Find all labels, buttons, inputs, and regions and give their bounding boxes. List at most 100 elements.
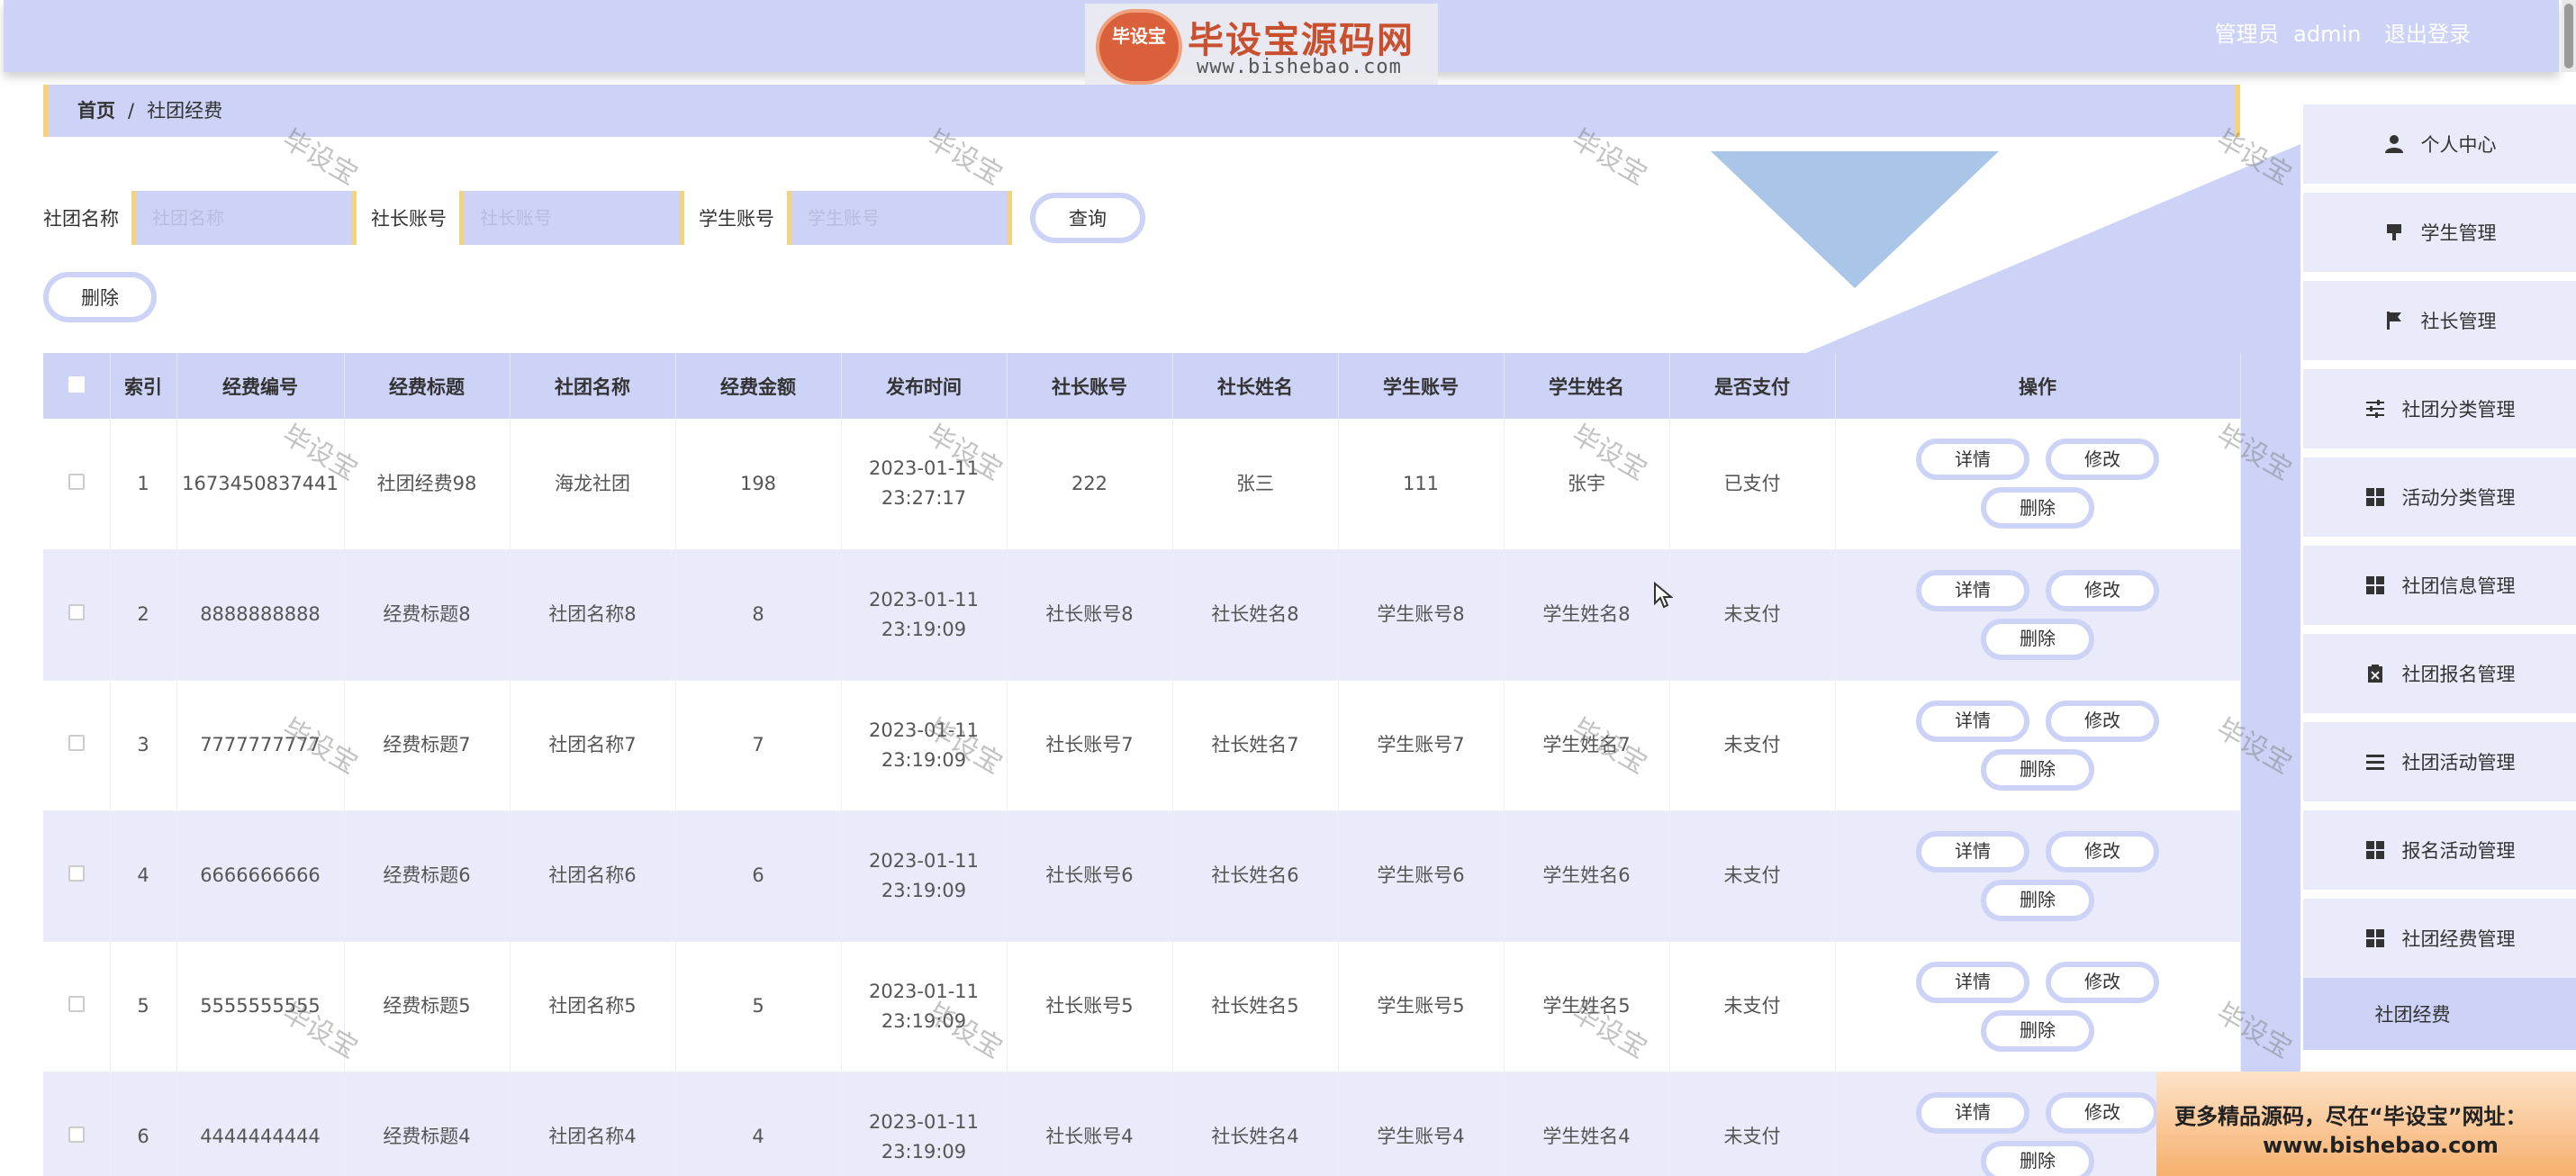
batch-delete-button[interactable]: 删除 [43,272,157,322]
cell-text: 学生姓名4 [1542,1126,1631,1147]
table-cell: 社团名称4 [510,1072,676,1176]
row-actions-top: 详情 修改 [1916,700,2159,742]
cell-text: 经费标题4 [383,1126,471,1147]
table-cell: 社团经费98 [344,419,511,550]
cell-text: 学生账号4 [1377,1126,1465,1147]
delete-button[interactable]: 删除 [1981,1009,2094,1052]
cell-text: 8888888888 [200,603,321,625]
delete-button[interactable]: 删除 [1981,487,2094,529]
logout-link[interactable]: 退出登录 [2384,22,2471,47]
breadcrumb: 首页 / 社团经费 [43,85,2240,137]
sidebar-item-label: 社团经费管理 [2401,928,2516,950]
select-all-cell [43,353,111,419]
detail-button[interactable]: 详情 [1916,700,2029,742]
delete-button[interactable]: 删除 [1981,879,2094,921]
table-cell: 学生姓名4 [1504,1072,1670,1176]
table-cell: 3 [110,680,177,811]
cell-text: 198 [739,472,777,494]
cell-text: 6 [752,864,764,886]
cell-text: 社长账号4 [1045,1126,1134,1147]
cell-text: 1673450837441 [182,472,339,494]
cell-text: 社长姓名4 [1211,1126,1299,1147]
delete-button[interactable]: 删除 [1981,748,2094,791]
grid-icon [2364,486,2386,508]
table-cell: 学生账号6 [1338,810,1505,942]
sidebar-item-club-info-management[interactable]: 社团信息管理 [2303,546,2576,625]
cell-text: 社团经费98 [376,472,477,494]
column-header: 学生账号 [1338,353,1505,419]
scrollbar-thumb[interactable] [2564,4,2573,68]
row-checkbox[interactable] [68,735,85,751]
edit-button[interactable]: 修改 [2046,439,2159,481]
user-name: admin [2293,22,2362,47]
detail-button[interactable]: 详情 [1916,439,2029,481]
sidebar-item-club-category-management[interactable]: 社团分类管理 [2303,369,2576,448]
club-name-input[interactable]: 社团名称 [131,191,357,245]
table-cell: 社团名称8 [510,549,676,681]
row-select-cell [43,419,111,550]
row-select-cell [43,1072,111,1176]
detail-button[interactable]: 详情 [1916,830,2029,873]
sidebar-item-activity-category-management[interactable]: 活动分类管理 [2303,457,2576,537]
cell-text: 学生姓名5 [1542,995,1631,1017]
row-checkbox[interactable] [68,473,85,490]
row-checkbox[interactable] [68,604,85,620]
cell-text: 2 [137,603,149,625]
table-cell: 社团名称5 [510,941,676,1072]
table-cell: 社团名称6 [510,810,676,942]
sidebar-subitem-club-fee[interactable]: 社团经费 [2303,978,2576,1050]
select-all-checkbox[interactable] [68,375,85,393]
sidebar-item-club-fee-management[interactable]: 社团经费管理 [2303,899,2576,978]
edit-button[interactable]: 修改 [2046,830,2159,873]
cell-text: 学生姓名6 [1542,864,1631,886]
detail-button[interactable]: 详情 [1916,1091,2029,1134]
table-cell: 4444444444 [176,1072,345,1176]
table-cell: 已支付 [1669,419,1836,550]
table-row: 5 5555555555 经费标题5 社团名称5 5 2023-01-11 23:19:0… [43,941,2241,1072]
sidebar-item-personal-center[interactable]: 个人中心 [2303,104,2576,184]
table-cell: 社长姓名7 [1172,680,1339,811]
cell-text: 2023-01-11 23:27:17 [868,457,980,510]
table-cell: 张宇 [1504,419,1670,550]
row-checkbox[interactable] [68,996,85,1012]
edit-button[interactable]: 修改 [2046,569,2159,611]
table-row: 2 8888888888 经费标题8 社团名称8 8 2023-01-11 23:19:0… [43,549,2241,681]
row-checkbox[interactable] [68,865,85,882]
edit-button[interactable]: 修改 [2046,961,2159,1003]
table-cell: 2023-01-11 23:19:09 [841,941,1008,1072]
table-cell: 张三 [1172,419,1339,550]
table-cell: 2023-01-11 23:19:09 [841,810,1008,942]
sidebar-item-club-activity-management[interactable]: 社团活动管理 [2303,722,2576,801]
row-checkbox[interactable] [68,1126,85,1143]
edit-button[interactable]: 修改 [2046,700,2159,742]
sidebar: 个人中心 学生管理 社长管理 社团分类管理 活动分类管理 社团信息管理 社团报名… [2303,104,2576,1050]
delete-button[interactable]: 删除 [1981,1140,2094,1176]
sidebar-item-student-management[interactable]: 学生管理 [2303,193,2576,272]
header-user-area: 管理员 admin 退出登录 [2199,16,2471,48]
table-cell: 8888888888 [176,549,345,681]
scrollbar[interactable] [2562,0,2576,72]
table-cell: 2023-01-11 23:27:17 [841,419,1008,550]
table-cell: 8 [675,549,842,681]
table-cell: 4 [110,810,177,942]
sidebar-item-signup-activity-management[interactable]: 报名活动管理 [2303,810,2576,890]
edit-button[interactable]: 修改 [2046,1091,2159,1134]
table-row: 1 1673450837441 社团经费98 海龙社团 198 2023-01-11 23… [43,419,2241,550]
cell-text: 社长姓名5 [1211,995,1299,1017]
query-button[interactable]: 查询 [1030,193,1145,243]
row-select-cell [43,810,111,942]
detail-button[interactable]: 详情 [1916,569,2029,611]
row-select-cell [43,680,111,811]
student-account-input[interactable]: 学生账号 [787,191,1012,245]
table-cell: 学生账号8 [1338,549,1505,681]
list-icon [2364,751,2386,773]
table-cell: 学生姓名7 [1504,680,1670,811]
leader-account-input[interactable]: 社长账号 [459,191,684,245]
detail-button[interactable]: 详情 [1916,961,2029,1003]
table-cell: 社长账号4 [1007,1072,1173,1176]
sidebar-item-club-signup-management[interactable]: 社团报名管理 [2303,634,2576,713]
breadcrumb-home[interactable]: 首页 [77,100,115,122]
sidebar-item-leader-management[interactable]: 社长管理 [2303,281,2576,360]
delete-button[interactable]: 删除 [1981,618,2094,660]
cell-text: 学生账号6 [1377,864,1465,886]
